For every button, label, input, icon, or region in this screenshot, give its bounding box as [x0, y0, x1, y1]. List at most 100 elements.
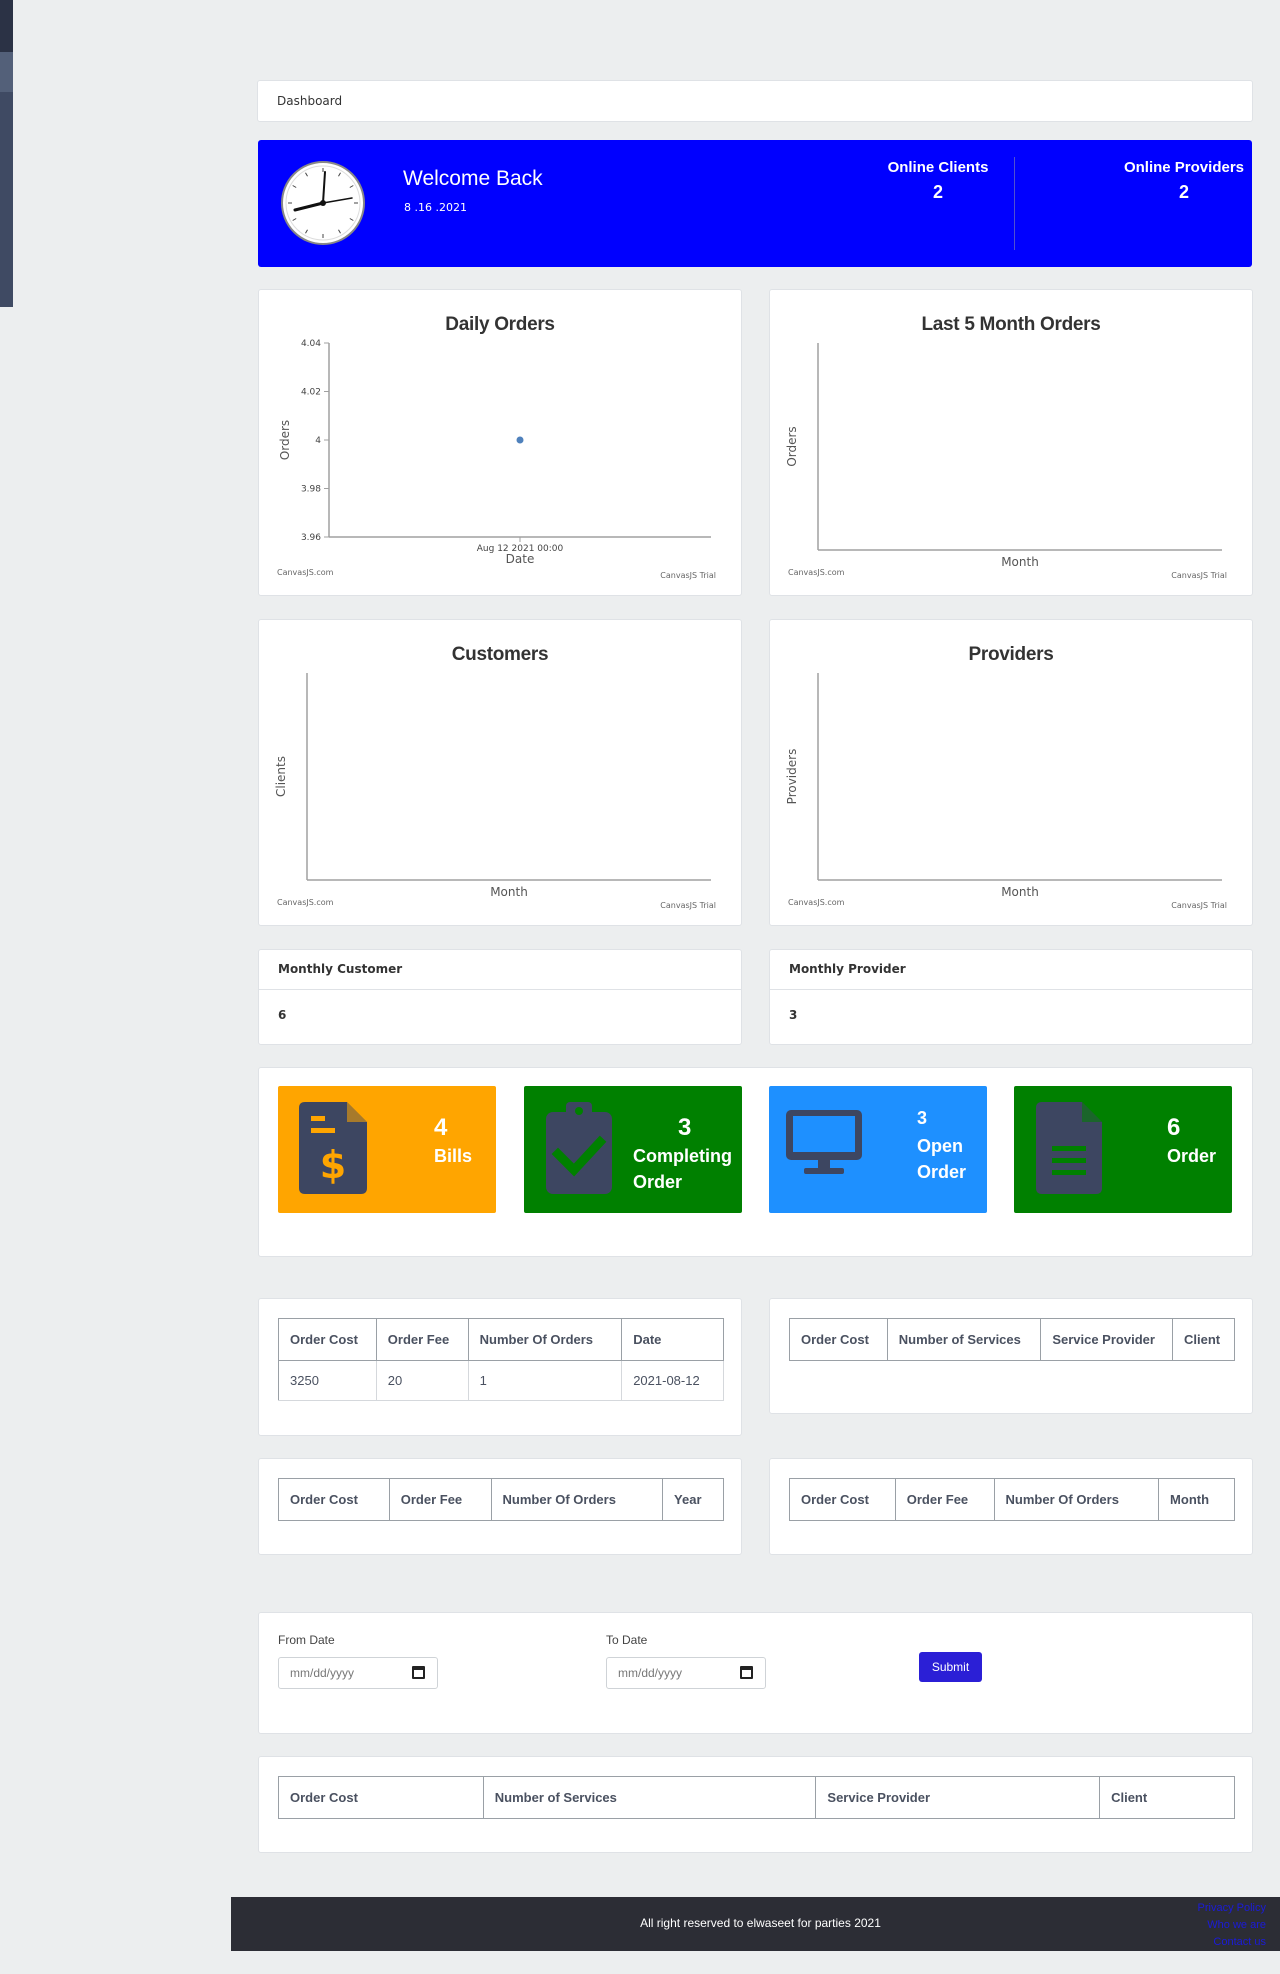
column-header: Order Fee: [894, 1478, 995, 1521]
table-header-row: Order Cost Number of Services Service Prov…: [789, 1318, 1236, 1361]
services-table-card: Order Cost Number of Services Service Prov…: [769, 1298, 1253, 1414]
welcome-title: Welcome Back: [403, 167, 543, 190]
chart-title: Daily Orders: [445, 314, 555, 335]
services-table: Order Cost Number of Services Service Prov…: [789, 1318, 1236, 1361]
chart-credit-right: CanvasJS Trial: [660, 901, 716, 910]
y-tick-label: 4.04: [301, 339, 321, 349]
svg-text:$: $: [320, 1143, 346, 1187]
y-axis-label: Orders: [278, 420, 292, 460]
to-date-placeholder: mm/dd/yyyy: [618, 1666, 683, 1680]
y-tick-label: 3.96: [301, 533, 321, 543]
monitor-icon: [786, 1110, 862, 1174]
last-5-month-orders-chart: Orders Month Last 5 Month Orders CanvasJS…: [769, 289, 1253, 596]
monthly-customer-value: 6: [278, 1008, 287, 1022]
table-header-row: Order Cost Order Fee Number Of Orders Year: [278, 1478, 724, 1521]
completing-order-label: Completing Order: [633, 1146, 732, 1192]
table-header-row: Order Cost Number of Services Service Prov…: [278, 1776, 1235, 1819]
stat-divider: [1014, 157, 1015, 250]
submit-button[interactable]: Submit: [919, 1652, 982, 1682]
to-date-label: To Date: [606, 1633, 648, 1647]
welcome-date: 8 .16 .2021: [404, 201, 467, 214]
chart-plot: Orders Date 4.04 4.02 4 3.98 3.96 Aug 12 2021 0…: [278, 339, 711, 566]
chart-credit-left[interactable]: CanvasJS.com: [277, 898, 333, 907]
monthly-provider-label: Monthly Provider: [770, 950, 1252, 990]
x-axis-label: Month: [1001, 555, 1039, 569]
online-providers-value: 2: [1178, 182, 1189, 202]
contact-us-link[interactable]: Contact us: [1198, 1934, 1266, 1951]
privacy-policy-link[interactable]: Privacy Policy: [1198, 1900, 1266, 1917]
to-date-input[interactable]: mm/dd/yyyy: [606, 1657, 766, 1689]
online-clients-label: Online Clients: [887, 159, 989, 176]
table-cell: 1: [467, 1360, 623, 1401]
providers-chart: Providers Month Providers CanvasJS.com Ca…: [769, 619, 1253, 926]
table-row: 3250 20 1 2021-08-12: [278, 1360, 724, 1401]
y-axis-label: Providers: [785, 749, 799, 805]
column-header: Number Of Orders: [993, 1478, 1160, 1521]
chart-credit-left[interactable]: CanvasJS.com: [788, 568, 844, 577]
bills-count: 4: [434, 1114, 448, 1141]
monthly-customer-card: Monthly Customer 6: [258, 949, 742, 1045]
monthly-orders-table-card: Order Cost Order Fee Number Of Orders Month: [769, 1458, 1253, 1555]
column-header: Order Fee: [375, 1318, 469, 1361]
table-header-row: Order Cost Order Fee Number Of Orders Month: [789, 1478, 1235, 1521]
chart-plot: Providers Month: [785, 673, 1222, 899]
bills-label: Bills: [434, 1146, 473, 1166]
column-header: Number Of Orders: [467, 1318, 623, 1361]
chart-plot: Clients Month: [274, 673, 711, 899]
online-clients-value: 2: [932, 182, 943, 202]
footer-copyright: All right reserved to elwaseet for parti…: [640, 1916, 881, 1930]
who-we-are-link[interactable]: Who we are: [1198, 1917, 1266, 1934]
column-header: Number Of Orders: [490, 1478, 664, 1521]
column-header: Service Provider: [1040, 1318, 1173, 1361]
online-providers-label: Online Providers: [1123, 159, 1245, 176]
x-tick-label: Aug 12 2021 00:00: [477, 544, 564, 554]
footer: All right reserved to elwaseet for parti…: [231, 1897, 1280, 1951]
bills-tile[interactable]: $ 4 Bills: [278, 1086, 496, 1213]
from-date-placeholder: mm/dd/yyyy: [290, 1666, 355, 1680]
document-icon: [1036, 1102, 1102, 1194]
table-cell: 20: [375, 1360, 469, 1401]
welcome-banner: Welcome Back 8 .16 .2021 Online Clients …: [258, 140, 1252, 267]
online-clients-stat: Online Clients 2: [858, 159, 1018, 203]
chart-credit-right: CanvasJS Trial: [660, 571, 716, 580]
breadcrumb: Dashboard: [257, 80, 1253, 122]
monthly-orders-table: Order Cost Order Fee Number Of Orders Month: [789, 1478, 1235, 1521]
column-header: Order Cost: [278, 1776, 484, 1819]
column-header: Year: [662, 1478, 724, 1521]
y-axis-label: Orders: [785, 426, 799, 466]
calendar-icon[interactable]: [412, 1666, 425, 1679]
column-header: Client: [1171, 1318, 1236, 1361]
chart-credit-left[interactable]: CanvasJS.com: [788, 898, 844, 907]
breadcrumb-current: Dashboard: [277, 94, 343, 108]
online-providers-stat: Online Providers 2: [1104, 159, 1264, 203]
table-cell: 3250: [278, 1360, 377, 1401]
table-header-row: Order Cost Order Fee Number Of Orders Date: [278, 1318, 724, 1361]
column-header: Order Cost: [278, 1318, 377, 1361]
y-axis-label: Clients: [274, 756, 288, 797]
sidebar: [0, 0, 13, 307]
column-header: Number of Services: [482, 1776, 817, 1819]
column-header: Month: [1158, 1478, 1235, 1521]
chart-credit-left[interactable]: CanvasJS.com: [277, 568, 333, 577]
from-date-input[interactable]: mm/dd/yyyy: [278, 1657, 438, 1689]
x-axis-label: Month: [490, 885, 528, 899]
sidebar-active-item[interactable]: [0, 52, 13, 92]
table-cell: 2021-08-12: [621, 1360, 724, 1401]
monthly-provider-card: Monthly Provider 3: [769, 949, 1253, 1045]
from-date-label: From Date: [278, 1633, 335, 1647]
chart-title: Last 5 Month Orders: [921, 314, 1101, 335]
daily-orders-chart: Orders Date 4.04 4.02 4 3.98 3.96 Aug 12 2021 0…: [258, 289, 742, 596]
open-order-tile[interactable]: 3 Open Order: [769, 1086, 987, 1213]
yearly-orders-table-card: Order Cost Order Fee Number Of Orders Year: [258, 1458, 742, 1555]
completing-order-tile[interactable]: 3 Completing Order: [524, 1086, 742, 1213]
sidebar-top-block: [0, 0, 13, 52]
column-header: Order Cost: [278, 1478, 390, 1521]
chart-credit-right: CanvasJS Trial: [1171, 901, 1227, 910]
order-tile[interactable]: 6 Order: [1014, 1086, 1232, 1213]
order-count: 6: [1167, 1114, 1181, 1141]
clock-icon: [281, 161, 365, 245]
calendar-icon[interactable]: [740, 1666, 753, 1679]
open-order-label: Open Order: [917, 1136, 967, 1182]
chart-plot: Orders Month: [785, 343, 1222, 569]
column-header: Number of Services: [886, 1318, 1042, 1361]
